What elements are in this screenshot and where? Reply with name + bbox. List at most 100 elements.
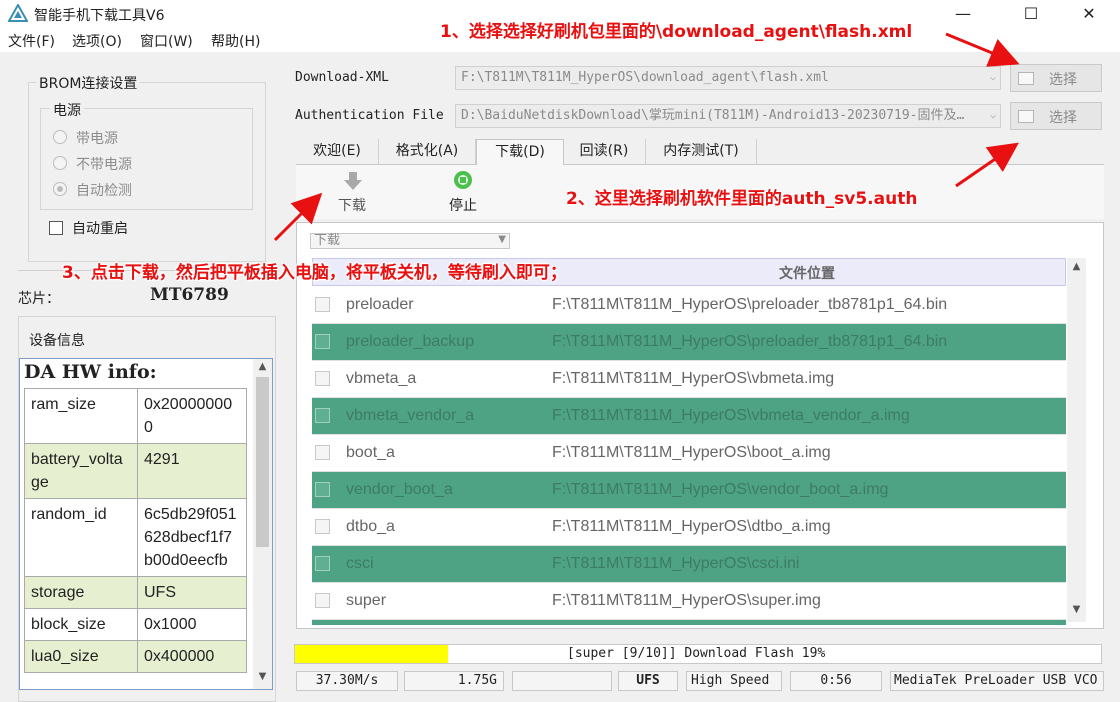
radio-with-battery[interactable] bbox=[53, 130, 67, 144]
power-group bbox=[40, 108, 253, 210]
partition-path: F:\T811M\T811M_HyperOS\csci.ini bbox=[552, 555, 800, 572]
choose-auth-button[interactable]: 选择 bbox=[1010, 102, 1102, 130]
download-button-label[interactable]: 下载 bbox=[338, 195, 366, 215]
menu-window[interactable]: 窗口(W) bbox=[140, 31, 193, 51]
info-value: UFS bbox=[137, 576, 247, 609]
tab-download[interactable]: 下载(D) bbox=[476, 139, 564, 165]
scroll-thumb[interactable] bbox=[256, 377, 269, 547]
row-checkbox[interactable] bbox=[315, 519, 330, 534]
choose-flash-xml-button[interactable]: 选择 bbox=[1010, 64, 1102, 92]
table-scrollbar[interactable]: ▲ ▼ bbox=[1067, 258, 1086, 622]
row-checkbox[interactable] bbox=[315, 408, 330, 423]
info-value: 0x400000 bbox=[137, 640, 247, 673]
info-row: lua0_size 0x400000 bbox=[24, 640, 247, 673]
auth-file-value: D:\BaiduNetdiskDownload\掌玩mini(T811M)-An… bbox=[461, 108, 965, 123]
partition-path: F:\T811M\T811M_HyperOS\vbmeta_vendor_a.i… bbox=[552, 407, 910, 424]
row-checkbox[interactable] bbox=[315, 482, 330, 497]
mode-select[interactable]: 下载 ▼ bbox=[310, 233, 510, 249]
device-info-scrollbar[interactable]: ▲ ▼ bbox=[253, 359, 272, 689]
table-row[interactable]: vbmeta_a F:\T811M\T811M_HyperOS\vbmeta.im… bbox=[312, 361, 1066, 398]
menu-help[interactable]: 帮助(H) bbox=[211, 31, 260, 51]
info-value: 4291 bbox=[137, 443, 247, 499]
download-icon[interactable] bbox=[342, 170, 364, 192]
info-row: ram_size 0x200000000 bbox=[24, 388, 247, 444]
row-checkbox[interactable] bbox=[315, 334, 330, 349]
table-row[interactable]: vbmeta_vendor_a F:\T811M\T811M_HyperOS\vb… bbox=[312, 398, 1066, 435]
tab-welcome[interactable]: 欢迎(E) bbox=[296, 139, 379, 164]
partition-name: vendor_boot_a bbox=[346, 481, 453, 498]
minimize-button[interactable]: — bbox=[940, 0, 986, 28]
table-row[interactable]: super F:\T811M\T811M_HyperOS\super.img bbox=[312, 583, 1066, 620]
partition-path: F:\T811M\T811M_HyperOS\boot_a.img bbox=[552, 444, 831, 461]
info-row: block_size 0x1000 bbox=[24, 608, 247, 641]
choose-button-label: 选择 bbox=[1049, 72, 1077, 88]
partition-path: F:\T811M\T811M_HyperOS\vendor_boot_a.img bbox=[552, 481, 889, 498]
scroll-down-icon[interactable]: ▼ bbox=[1067, 604, 1086, 615]
radio-auto-detect[interactable] bbox=[53, 182, 67, 196]
status-usb-speed: High Speed bbox=[686, 671, 782, 691]
chevron-down-icon: ▼ bbox=[498, 234, 506, 245]
table-row-partial bbox=[312, 620, 1066, 625]
dropdown-arrow-icon: ⌵ bbox=[989, 105, 996, 127]
table-row[interactable]: boot_a F:\T811M\T811M_HyperOS\boot_a.img bbox=[312, 435, 1066, 472]
device-info-view[interactable]: DA HW info: ram_size 0x200000000 battery_… bbox=[19, 358, 273, 690]
menu-options[interactable]: 选项(O) bbox=[72, 31, 122, 51]
auth-file-label: Authentication File bbox=[295, 108, 444, 123]
scroll-up-icon[interactable]: ▲ bbox=[253, 361, 272, 372]
row-checkbox[interactable] bbox=[315, 297, 330, 312]
tab-format[interactable]: 格式化(A) bbox=[379, 139, 476, 164]
scroll-up-icon[interactable]: ▲ bbox=[1067, 261, 1086, 272]
scroll-down-icon[interactable]: ▼ bbox=[253, 671, 272, 682]
folder-icon bbox=[1018, 72, 1034, 85]
close-button[interactable]: ✕ bbox=[1066, 0, 1112, 28]
row-checkbox[interactable] bbox=[315, 593, 330, 608]
radio-selected-dot bbox=[57, 186, 63, 192]
progress-text: [super [9/10]] Download Flash 19% bbox=[567, 646, 826, 661]
stop-button-label[interactable]: 停止 bbox=[449, 195, 477, 215]
device-info-title: 设备信息 bbox=[26, 330, 88, 350]
menu-file[interactable]: 文件(F) bbox=[8, 31, 55, 51]
table-row[interactable]: csci F:\T811M\T811M_HyperOS\csci.ini bbox=[312, 546, 1066, 583]
table-row[interactable]: preloader_backup F:\T811M\T811M_HyperOS\p… bbox=[312, 324, 1066, 361]
progress-fill bbox=[295, 645, 448, 663]
folder-icon bbox=[1018, 110, 1034, 123]
partition-path: F:\T811M\T811M_HyperOS\preloader_tb8781p… bbox=[552, 296, 948, 313]
device-info-table: ram_size 0x200000000 battery_voltage 4291 … bbox=[24, 388, 247, 673]
maximize-button[interactable]: ☐ bbox=[1008, 0, 1054, 28]
tab-memory-test[interactable]: 内存测试(T) bbox=[646, 139, 757, 164]
da-hw-info-header: DA HW info: bbox=[24, 361, 157, 383]
partition-name: preloader_backup bbox=[346, 333, 475, 350]
radio-without-battery[interactable] bbox=[53, 156, 67, 170]
partition-name: vbmeta_vendor_a bbox=[346, 407, 475, 424]
stop-icon[interactable] bbox=[453, 170, 473, 190]
partition-name: boot_a bbox=[346, 444, 395, 461]
auto-reboot-checkbox[interactable] bbox=[49, 221, 63, 235]
info-value: 6c5db29f051628dbecf1f7b00d0eecfb bbox=[137, 498, 247, 577]
auth-file-field[interactable]: D:\BaiduNetdiskDownload\掌玩mini(T811M)-An… bbox=[455, 104, 1001, 128]
status-time: 0:56 bbox=[790, 671, 882, 691]
partition-name: super bbox=[346, 592, 387, 609]
info-value: 0x1000 bbox=[137, 608, 247, 641]
partition-path: F:\T811M\T811M_HyperOS\preloader_tb8781p… bbox=[552, 333, 948, 350]
row-checkbox[interactable] bbox=[315, 371, 330, 386]
annotation-step-2: 2、这里选择刷机软件里面的auth_sv5.auth bbox=[566, 189, 918, 209]
mode-select-value: 下载 bbox=[314, 233, 341, 248]
annotation-step-1: 1、选择选择好刷机包里面的\download_agent\flash.xml bbox=[440, 22, 913, 42]
table-row[interactable]: preloader F:\T811M\T811M_HyperOS\preloade… bbox=[312, 287, 1066, 324]
partition-path: F:\T811M\T811M_HyperOS\vbmeta.img bbox=[552, 370, 835, 387]
power-title: 电源 bbox=[50, 100, 84, 120]
info-row: battery_voltage 4291 bbox=[24, 443, 247, 499]
info-key: random_id bbox=[24, 498, 138, 577]
header-file-location[interactable]: 文件位置 bbox=[779, 263, 835, 283]
download-xml-field[interactable]: F:\T811M\T811M_HyperOS\download_agent\fl… bbox=[455, 66, 1001, 90]
row-checkbox[interactable] bbox=[315, 445, 330, 460]
row-checkbox[interactable] bbox=[315, 556, 330, 571]
partition-name: dtbo_a bbox=[346, 518, 395, 535]
table-row[interactable]: vendor_boot_a F:\T811M\T811M_HyperOS\vend… bbox=[312, 472, 1066, 509]
table-row[interactable]: dtbo_a F:\T811M\T811M_HyperOS\dtbo_a.img bbox=[312, 509, 1066, 546]
info-key: battery_voltage bbox=[24, 443, 138, 499]
status-speed: 37.30M/s bbox=[296, 671, 398, 691]
tab-readback[interactable]: 回读(R) bbox=[563, 139, 646, 164]
partition-name: vbmeta_a bbox=[346, 370, 417, 387]
status-port: MediaTek PreLoader USB VCO bbox=[890, 671, 1104, 691]
